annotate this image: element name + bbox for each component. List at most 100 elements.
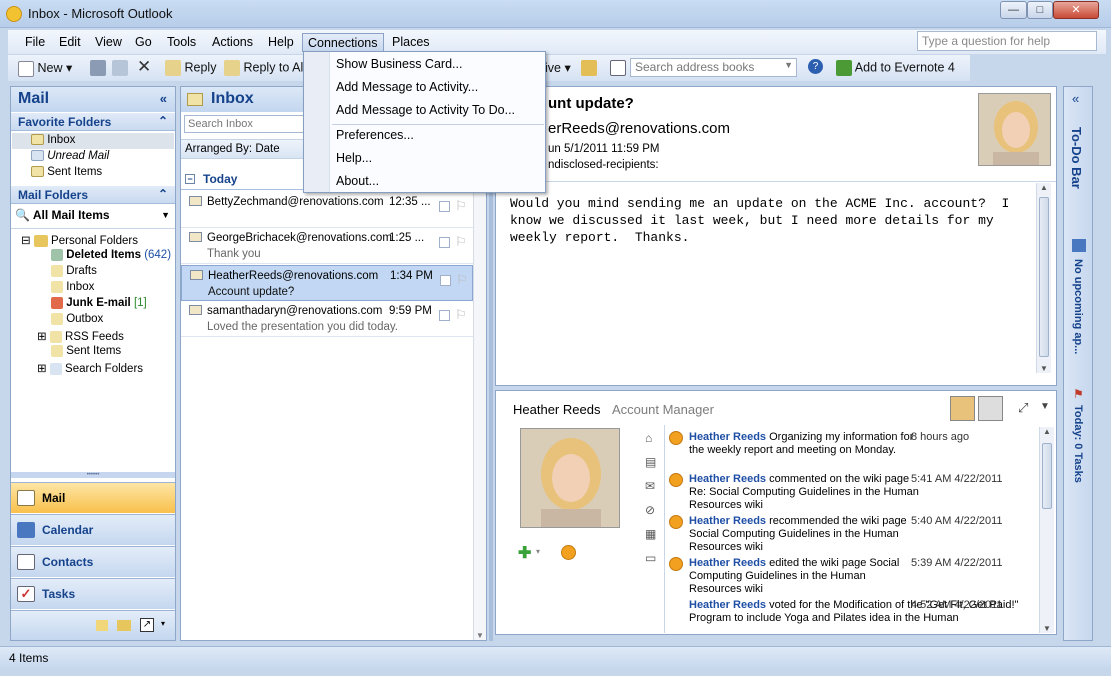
message-row-selected[interactable]: HeatherReeds@renovations.com 1:34 PM Accou… bbox=[181, 265, 473, 301]
menu-item-show-business-card[interactable]: Show Business Card... bbox=[336, 57, 462, 77]
pane-splitter[interactable]: •••••• bbox=[11, 472, 175, 478]
notes-icon[interactable] bbox=[96, 620, 108, 631]
personal-folders[interactable]: ⊟ Personal Folders bbox=[21, 233, 138, 249]
folder-search-folders[interactable]: ⊞ Search Folders bbox=[37, 361, 143, 377]
reply-all-button[interactable]: Reply to All bbox=[224, 60, 306, 76]
feed-scrollbar[interactable]: ▲ ▼ bbox=[1039, 427, 1054, 633]
folder-deleted-items[interactable]: Deleted Items (642) bbox=[51, 249, 171, 265]
add-icon[interactable]: ✚ bbox=[518, 543, 531, 563]
message-row[interactable]: samanthadaryn@renovations.com 9:59 PM Love… bbox=[181, 301, 473, 337]
delete-icon[interactable]: ✕ bbox=[137, 57, 151, 77]
expand-icon[interactable]: ⤢ bbox=[1018, 400, 1028, 416]
dropdown-arrow-icon[interactable]: ▾ bbox=[536, 547, 540, 556]
help-search-input[interactable]: Type a question for help bbox=[917, 31, 1097, 51]
add-to-evernote-button[interactable]: Add to Evernote 4 bbox=[836, 60, 955, 76]
expand-todo-icon[interactable]: « bbox=[1072, 91, 1079, 106]
menu-item-add-message-to-activity-todo[interactable]: Add Message to Activity To Do... bbox=[336, 103, 515, 123]
move-to-folder-icon[interactable] bbox=[112, 60, 128, 76]
scroll-down-icon[interactable]: ▼ bbox=[1043, 624, 1051, 633]
contact-thumbnail[interactable] bbox=[950, 396, 975, 421]
search-address-books-input[interactable]: Search address books ▼ bbox=[630, 58, 797, 77]
attachments-icon[interactable]: ⊘ bbox=[645, 503, 655, 517]
activities-icon[interactable]: ▤ bbox=[645, 455, 656, 469]
nav-button-tasks[interactable]: ✓ Tasks bbox=[11, 578, 175, 609]
message-row[interactable]: BettyZechmand@renovations.com 12:35 ... ⚐ bbox=[181, 192, 473, 228]
configure-buttons-icon[interactable]: ▾ bbox=[161, 619, 165, 628]
category-checkbox[interactable] bbox=[440, 275, 451, 286]
maximize-button[interactable]: □ bbox=[1027, 1, 1053, 19]
scroll-down-icon[interactable]: ▼ bbox=[1040, 364, 1048, 373]
meetings-icon[interactable]: ▦ bbox=[645, 527, 656, 541]
menu-edit[interactable]: Edit bbox=[54, 33, 86, 52]
category-checkbox[interactable] bbox=[439, 237, 450, 248]
menu-item-help[interactable]: Help... bbox=[336, 151, 372, 171]
mail-folders-header[interactable]: Mail Folders ⌃ bbox=[11, 186, 175, 204]
minimize-button[interactable]: — bbox=[1000, 1, 1027, 19]
menu-actions[interactable]: Actions bbox=[207, 33, 258, 52]
menu-places[interactable]: Places bbox=[387, 33, 435, 52]
folder-list-icon[interactable] bbox=[117, 620, 131, 631]
chevron-down-icon[interactable]: ▼ bbox=[1040, 401, 1050, 412]
todo-bar[interactable]: « To-Do Bar No upcoming ap... ⚑ Today: 0… bbox=[1063, 86, 1093, 641]
message-sender[interactable]: erReeds@renovations.com bbox=[548, 120, 730, 137]
scroll-down-icon[interactable]: ▼ bbox=[476, 631, 484, 640]
folder-drafts[interactable]: Drafts bbox=[51, 265, 97, 281]
folder-sent-items[interactable]: Sent Items bbox=[51, 345, 121, 361]
address-book-icon[interactable] bbox=[610, 60, 626, 76]
menu-item-about[interactable]: About... bbox=[336, 174, 379, 194]
message-row[interactable]: GeorgeBrichacek@renovations.com 1:25 ... T… bbox=[181, 228, 473, 264]
connections-dropdown-menu: Show Business Card... Add Message to Act… bbox=[303, 51, 546, 193]
favorite-inbox[interactable]: Inbox bbox=[31, 134, 75, 150]
menu-item-preferences[interactable]: Preferences... bbox=[336, 128, 414, 148]
collapse-icon[interactable]: « bbox=[160, 91, 167, 106]
menu-help[interactable]: Help bbox=[263, 33, 299, 52]
reading-pane-scrollbar[interactable]: ▲ ▼ bbox=[1036, 183, 1051, 373]
status-updates-icon[interactable]: ▭ bbox=[645, 551, 656, 565]
move-button[interactable]: ive ▾ bbox=[545, 60, 571, 75]
help-icon[interactable]: ? bbox=[808, 59, 823, 74]
activity-feed-icon[interactable] bbox=[561, 545, 576, 560]
add-contact-avatar[interactable] bbox=[978, 396, 1003, 421]
folder-inbox[interactable]: Inbox bbox=[51, 281, 94, 297]
email-icon[interactable]: ✉ bbox=[645, 479, 655, 493]
menu-tools[interactable]: Tools bbox=[162, 33, 201, 52]
menu-view[interactable]: View bbox=[90, 33, 127, 52]
menu-go[interactable]: Go bbox=[130, 33, 157, 52]
favorite-unread-mail[interactable]: Unread Mail bbox=[31, 150, 109, 166]
flag-icon[interactable]: ⚐ bbox=[456, 272, 468, 288]
nav-button-contacts[interactable]: Contacts bbox=[11, 546, 175, 577]
scroll-up-icon[interactable]: ▲ bbox=[1043, 427, 1051, 436]
category-checkbox[interactable] bbox=[439, 310, 450, 321]
today-tasks: Today: 0 Tasks bbox=[1072, 405, 1084, 483]
message-list-scrollbar[interactable]: ▼ bbox=[473, 161, 486, 640]
menu-item-add-message-to-activity[interactable]: Add Message to Activity... bbox=[336, 80, 478, 100]
shortcuts-icon[interactable]: ↗ bbox=[140, 618, 154, 632]
search-inbox-input[interactable]: Search Inbox bbox=[184, 115, 304, 133]
favorite-folders-header[interactable]: Favorite Folders ⌃ bbox=[11, 113, 175, 131]
folder-outbox[interactable]: Outbox bbox=[51, 313, 103, 329]
scroll-up-icon[interactable]: ▲ bbox=[1040, 183, 1048, 192]
menu-file[interactable]: File bbox=[20, 33, 50, 52]
print-icon[interactable] bbox=[90, 60, 106, 76]
nav-button-mail[interactable]: Mail bbox=[11, 482, 175, 513]
categorize-icon[interactable] bbox=[581, 60, 597, 76]
collapse-group-icon[interactable]: − bbox=[185, 174, 195, 184]
flag-icon[interactable]: ⚐ bbox=[455, 198, 467, 214]
close-button[interactable]: ✕ bbox=[1053, 1, 1099, 19]
home-icon[interactable]: ⌂ bbox=[645, 431, 652, 445]
nav-button-calendar[interactable]: Calendar bbox=[11, 514, 175, 545]
category-checkbox[interactable] bbox=[439, 201, 450, 212]
favorite-sent-items[interactable]: Sent Items bbox=[31, 166, 102, 182]
social-connector-pane: Heather Reeds Account Manager ⤢ ▼ ✚ ▾ ⌂ … bbox=[495, 390, 1057, 635]
scroll-thumb[interactable] bbox=[1039, 197, 1049, 357]
all-mail-items-dropdown[interactable]: 🔍 All Mail Items ▼ bbox=[15, 208, 170, 222]
flag-icon[interactable]: ⚐ bbox=[455, 234, 467, 250]
reply-button[interactable]: Reply bbox=[165, 60, 216, 76]
folder-junk-email[interactable]: Junk E-mail [1] bbox=[51, 297, 147, 313]
menu-connections[interactable]: Connections bbox=[302, 33, 384, 52]
folder-rss-feeds[interactable]: ⊞ RSS Feeds bbox=[37, 329, 124, 345]
inbox-folder-icon bbox=[187, 93, 203, 106]
new-button[interactable]: New ▾ bbox=[18, 60, 72, 77]
scroll-thumb[interactable] bbox=[1042, 443, 1052, 509]
flag-icon[interactable]: ⚐ bbox=[455, 307, 467, 323]
